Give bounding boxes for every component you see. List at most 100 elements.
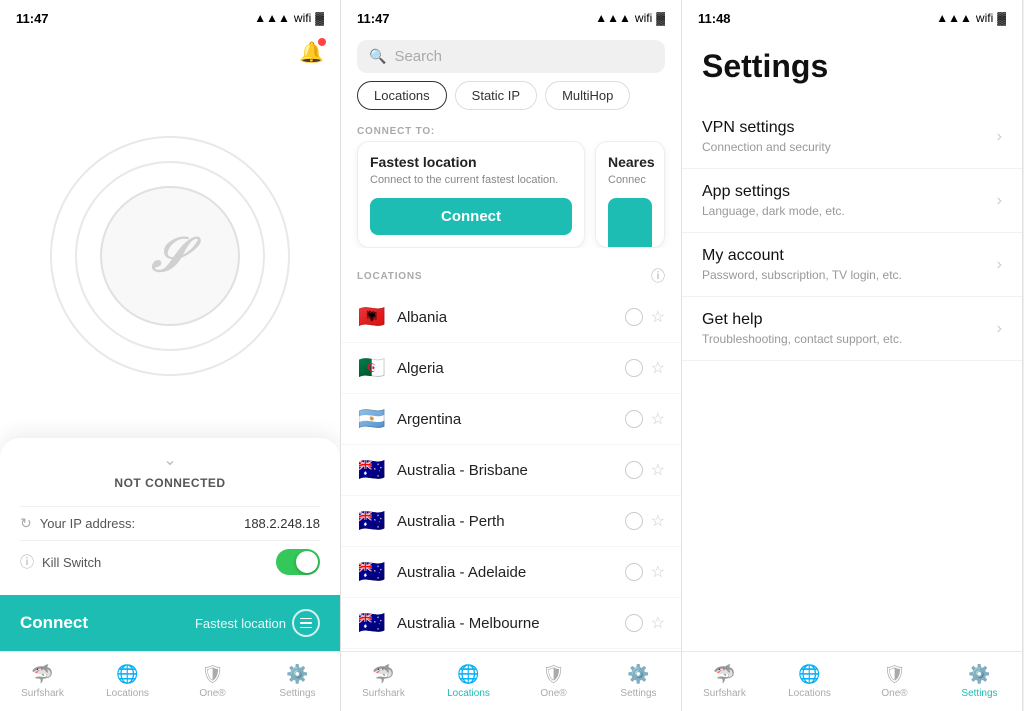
chevron-area[interactable]: ⌄ <box>20 450 320 470</box>
favorite-icon[interactable]: ☆ <box>651 358 665 378</box>
tab-settings-3[interactable]: ⚙️ Settings <box>937 664 1022 699</box>
locations-tab-icon-2: 🌐 <box>457 664 479 685</box>
status-bar-1: 11:47 ▲▲▲ wifi ▓ <box>0 0 340 32</box>
chevron-down-icon: ⌄ <box>163 450 176 470</box>
tab-surfshark-1[interactable]: 🦈 Surfshark <box>0 664 85 699</box>
favorite-icon[interactable]: ☆ <box>651 613 665 633</box>
radio-button[interactable] <box>625 614 643 632</box>
location-actions: ☆ <box>625 307 665 327</box>
bell-icon[interactable]: 🔔 <box>299 40 324 65</box>
kill-switch-row: ⓘ Kill Switch <box>20 540 320 583</box>
kill-switch-toggle[interactable] <box>276 549 320 575</box>
flag-algeria: 🇩🇿 <box>357 355 387 381</box>
status-icons-3: ▲▲▲ wifi ▓ <box>936 11 1006 25</box>
fastest-location-card[interactable]: Fastest location Connect to the current … <box>357 141 585 248</box>
panel3-content: Settings VPN settings Connection and sec… <box>682 32 1022 711</box>
signal-icon-2: ▲▲▲ <box>595 11 631 25</box>
tab-bar-2: 🦈 Surfshark 🌐 Locations 🛡 One® ⚙️ Settin… <box>341 651 681 711</box>
kill-switch-label: Kill Switch <box>42 555 101 570</box>
tab-locations-3[interactable]: 🌐 Locations <box>767 664 852 699</box>
list-item[interactable]: 🇩🇿 Algeria ☆ <box>341 343 681 394</box>
list-item[interactable]: 🇦🇺 Australia - Brisbane ☆ <box>341 445 681 496</box>
search-placeholder: Search <box>394 48 442 65</box>
tab-locations-filter[interactable]: Locations <box>357 81 447 110</box>
location-actions: ☆ <box>625 460 665 480</box>
tab-settings-1[interactable]: ⚙️ Settings <box>255 664 340 699</box>
signal-icon: ▲▲▲ <box>254 11 290 25</box>
surfshark-tab-icon: 🦈 <box>31 664 53 685</box>
favorite-icon[interactable]: ☆ <box>651 460 665 480</box>
chevron-right-icon-1: › <box>997 128 1002 146</box>
favorite-icon[interactable]: ☆ <box>651 307 665 327</box>
one-tab-label-2: One® <box>540 688 566 699</box>
settings-page-title: Settings <box>682 32 1022 105</box>
favorite-icon[interactable]: ☆ <box>651 511 665 531</box>
connect-cards: Fastest location Connect to the current … <box>341 141 681 248</box>
settings-item-vpn[interactable]: VPN settings Connection and security › <box>682 105 1022 169</box>
radio-button[interactable] <box>625 461 643 479</box>
tab-static-ip[interactable]: Static IP <box>455 81 537 110</box>
kill-switch-left: ⓘ Kill Switch <box>20 552 101 572</box>
surfshark-tab-label: Surfshark <box>21 688 64 699</box>
connection-status: NOT CONNECTED <box>20 476 320 490</box>
list-item[interactable]: 🇦🇺 Australia - Adelaide ☆ <box>341 547 681 598</box>
tab-one-3[interactable]: 🛡 One® <box>852 664 937 699</box>
tab-locations-2[interactable]: 🌐 Locations <box>426 664 511 699</box>
location-name: Albania <box>397 309 615 326</box>
flag-australia-brisbane: 🇦🇺 <box>357 457 387 483</box>
vpn-settings-title: VPN settings <box>702 119 831 137</box>
favorite-icon[interactable]: ☆ <box>651 562 665 582</box>
settings-item-help[interactable]: Get help Troubleshooting, contact suppor… <box>682 297 1022 361</box>
panel2-content: 🔍 Search Locations Static IP MultiHop CO… <box>341 32 681 711</box>
wifi-icon: wifi <box>294 11 311 25</box>
nearest-connect-button[interactable] <box>608 198 652 248</box>
signal-icon-3: ▲▲▲ <box>936 11 972 25</box>
settings-item-app[interactable]: App settings Language, dark mode, etc. › <box>682 169 1022 233</box>
settings-tab-icon-2: ⚙️ <box>627 664 649 685</box>
account-settings-sub: Password, subscription, TV login, etc. <box>702 268 902 282</box>
radio-button[interactable] <box>625 308 643 326</box>
tab-settings-2[interactable]: ⚙️ Settings <box>596 664 681 699</box>
favorite-icon[interactable]: ☆ <box>651 409 665 429</box>
tab-bar-1: 🦈 Surfshark 🌐 Locations 🛡 One® ⚙️ Settin… <box>0 651 340 711</box>
list-item[interactable]: 🇦🇺 Australia - Perth ☆ <box>341 496 681 547</box>
connect-bar[interactable]: Connect Fastest location <box>0 595 340 651</box>
surfshark-tab-icon-3: 🦈 <box>713 664 735 685</box>
list-item[interactable]: 🇦🇷 Argentina ☆ <box>341 394 681 445</box>
fastest-location-label: Fastest location <box>195 609 320 637</box>
list-item[interactable]: 🇦🇺 Australia - Melbourne ☆ <box>341 598 681 649</box>
battery-icon-2: ▓ <box>656 11 665 25</box>
refresh-icon: ↻ <box>20 515 32 532</box>
nearest-card[interactable]: Neares Connec <box>595 141 665 248</box>
one-tab-icon: 🛡 <box>201 664 224 685</box>
radio-button[interactable] <box>625 512 643 530</box>
tab-locations-1[interactable]: 🌐 Locations <box>85 664 170 699</box>
locations-info-icon[interactable]: ⓘ <box>651 266 665 286</box>
search-icon: 🔍 <box>369 48 386 65</box>
vpn-settings-sub: Connection and security <box>702 140 831 154</box>
tab-surfshark-2[interactable]: 🦈 Surfshark <box>341 664 426 699</box>
locations-header: LOCATIONS ⓘ <box>341 260 681 292</box>
tab-one-1[interactable]: 🛡 One® <box>170 664 255 699</box>
menu-icon[interactable] <box>292 609 320 637</box>
location-name: Australia - Adelaide <box>397 564 615 581</box>
settings-tab-icon: ⚙️ <box>286 664 308 685</box>
settings-tab-icon-3: ⚙️ <box>968 664 990 685</box>
fastest-connect-button[interactable]: Connect <box>370 198 572 235</box>
panel-vpn-home: 11:47 ▲▲▲ wifi ▓ 🔔 𝒮 ⌄ NOT CONNECTED <box>0 0 341 711</box>
tab-multihop[interactable]: MultiHop <box>545 81 630 110</box>
list-item[interactable]: 🇦🇱 Albania ☆ <box>341 292 681 343</box>
help-settings-title: Get help <box>702 311 902 329</box>
tab-surfshark-3[interactable]: 🦈 Surfshark <box>682 664 767 699</box>
help-settings-sub: Troubleshooting, contact support, etc. <box>702 332 902 346</box>
status-bar-2: 11:47 ▲▲▲ wifi ▓ <box>341 0 681 32</box>
tab-one-2[interactable]: 🛡 One® <box>511 664 596 699</box>
flag-australia-perth: 🇦🇺 <box>357 508 387 534</box>
menu-line-2 <box>300 622 312 624</box>
search-bar[interactable]: 🔍 Search <box>357 40 665 73</box>
radio-button[interactable] <box>625 410 643 428</box>
location-actions: ☆ <box>625 562 665 582</box>
radio-button[interactable] <box>625 563 643 581</box>
settings-item-account[interactable]: My account Password, subscription, TV lo… <box>682 233 1022 297</box>
radio-button[interactable] <box>625 359 643 377</box>
